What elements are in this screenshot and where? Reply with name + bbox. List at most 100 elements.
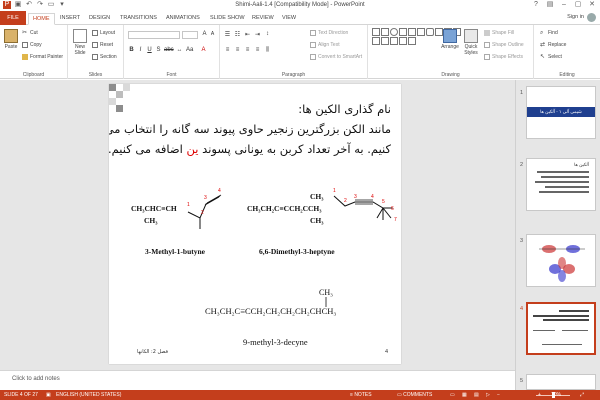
reset-button[interactable]: Reset <box>92 42 113 48</box>
font-color-icon[interactable]: A <box>200 47 207 53</box>
thumbnail-text-line <box>537 171 589 173</box>
shape-fill-button[interactable]: Shape Fill <box>484 30 514 36</box>
tab-insert[interactable]: INSERT <box>56 13 84 25</box>
zoom-level[interactable]: 70% <box>551 392 561 398</box>
justify-icon[interactable]: ≡ <box>254 47 261 53</box>
slide-thumbnail-1[interactable]: شیمی آلی ۱ - آلکین ها <box>526 86 596 139</box>
shape-text-box-icon[interactable] <box>372 28 380 36</box>
quick-styles-button[interactable]: Quick Styles <box>460 29 482 56</box>
zoom-in-icon[interactable]: + <box>538 392 541 398</box>
shape-rounded-icon[interactable] <box>426 28 434 36</box>
comments-toggle[interactable]: ▭ COMMENTS <box>397 392 432 398</box>
replace-button[interactable]: ⇄ Replace <box>540 42 566 48</box>
align-text-button[interactable]: Align Text <box>310 42 340 48</box>
quick-styles-icon <box>464 29 478 43</box>
thumbnail-text-line <box>535 181 589 183</box>
find-button[interactable]: ⌕ Find <box>540 30 558 36</box>
shape-triangle-icon[interactable] <box>417 28 425 36</box>
tab-home[interactable]: HOME <box>28 13 55 25</box>
slide-count: SLIDE 4 OF 27 <box>4 392 38 398</box>
tab-animations[interactable]: ANIMATIONS <box>162 13 204 25</box>
shadow-button[interactable]: S <box>155 47 162 53</box>
skeleton-1-carbon-number: 4 <box>218 188 221 194</box>
text-direction-button[interactable]: Text Direction <box>310 30 348 36</box>
notes-toggle[interactable]: ≡ NOTES <box>350 392 372 398</box>
align-left-icon[interactable]: ≡ <box>224 47 231 53</box>
tab-review[interactable]: REVIEW <box>248 13 278 25</box>
layout-button[interactable]: Layout <box>92 30 115 36</box>
shape-effects-button[interactable]: Shape Effects <box>484 54 523 60</box>
shape-pentagon-icon[interactable] <box>390 37 398 45</box>
align-center-icon[interactable]: ≡ <box>234 47 241 53</box>
slide-thumbnail-3[interactable] <box>526 234 596 287</box>
zoom-out-icon[interactable]: − <box>497 392 500 398</box>
underline-button[interactable]: U <box>146 47 153 53</box>
shape-callout-icon[interactable] <box>408 37 416 45</box>
user-avatar-icon[interactable] <box>587 13 596 22</box>
increase-indent-icon[interactable]: ⇥ <box>254 31 261 38</box>
character-spacing-icon[interactable]: ↔ <box>176 47 183 53</box>
normal-view-icon[interactable]: ▭ <box>450 392 455 398</box>
fit-slide-icon[interactable]: ⤢ <box>580 392 584 398</box>
strikethrough-button[interactable]: abc <box>164 47 174 53</box>
shape-line-icon[interactable] <box>399 28 407 36</box>
close-icon[interactable]: ✕ <box>586 0 598 10</box>
tab-design[interactable]: DESIGN <box>85 13 114 25</box>
convert-smartart-button[interactable]: Convert to SmartArt <box>310 54 362 60</box>
help-icon[interactable]: ? <box>530 0 542 10</box>
new-slide-button[interactable]: New Slide <box>70 29 90 56</box>
change-case-icon[interactable]: Aa <box>186 47 193 53</box>
notes-pane[interactable]: Click to add notes <box>0 370 515 390</box>
skeleton-2-carbon-number: 7 <box>394 217 397 223</box>
language-status[interactable]: ENGLISH (UNITED STATES) <box>56 392 121 398</box>
find-icon: ⌕ <box>540 30 544 36</box>
sign-in-link[interactable]: Sign in <box>567 14 584 20</box>
format-painter-button[interactable]: Format Painter <box>22 54 63 60</box>
arrange-button[interactable]: Arrange <box>440 29 460 50</box>
italic-button[interactable]: I <box>137 47 144 53</box>
thumbnail-number: 5 <box>520 378 524 384</box>
slideshow-view-icon[interactable]: ▷ <box>486 392 490 398</box>
shape-hexagon-icon[interactable] <box>399 37 407 45</box>
corner-decoration <box>109 98 116 105</box>
section-button[interactable]: Section <box>92 54 117 60</box>
select-button[interactable]: ↖ Select <box>540 54 562 60</box>
shape-effects-icon <box>484 54 490 60</box>
paste-button[interactable]: Paste <box>1 29 21 50</box>
font-name-dropdown[interactable] <box>128 31 180 39</box>
line-spacing-icon[interactable]: ↕ <box>264 31 271 37</box>
slide-sorter-icon[interactable]: ▦ <box>462 392 467 398</box>
shape-oval-icon[interactable] <box>390 28 398 36</box>
numbering-icon[interactable]: ☷ <box>234 31 241 38</box>
tab-file[interactable]: FILE <box>0 11 26 25</box>
decrease-indent-icon[interactable]: ⇤ <box>244 31 251 38</box>
bullets-icon[interactable]: ☰ <box>224 31 231 38</box>
slide-canvas[interactable]: نام گذاری الکین ها: مانند الکن بزرگترین … <box>109 84 401 364</box>
copy-icon <box>22 42 28 48</box>
reading-view-icon[interactable]: ▤ <box>474 392 479 398</box>
shrink-font-icon[interactable]: A <box>209 31 216 37</box>
tab-transitions[interactable]: TRANSITIONS <box>116 13 161 25</box>
shape-curve-icon[interactable] <box>381 37 389 45</box>
copy-button[interactable]: Copy <box>22 42 42 48</box>
cut-button[interactable]: ✂ Cut <box>22 30 38 36</box>
slide-thumbnail-5[interactable] <box>526 374 596 390</box>
grow-font-icon[interactable]: A <box>201 31 208 37</box>
slide-thumbnail-4[interactable] <box>526 302 596 355</box>
slide-thumbnail-2[interactable]: آلکین ها <box>526 158 596 211</box>
tab-slideshow[interactable]: SLIDE SHOW <box>206 13 249 25</box>
spellcheck-icon[interactable]: ▣ <box>46 392 51 398</box>
shape-outline-button[interactable]: Shape Outline <box>484 42 524 48</box>
align-right-icon[interactable]: ≡ <box>244 47 251 53</box>
bold-button[interactable]: B <box>128 47 135 53</box>
tab-view[interactable]: VIEW <box>278 13 300 25</box>
ribbon-display-icon[interactable]: ▤ <box>544 0 556 10</box>
maximize-icon[interactable]: ▢ <box>572 0 584 10</box>
left-gray-area <box>0 80 105 370</box>
font-size-dropdown[interactable] <box>182 31 198 39</box>
shape-arrow-icon[interactable] <box>408 28 416 36</box>
shape-brace-icon[interactable] <box>372 37 380 45</box>
columns-icon[interactable]: ⫼ <box>264 47 271 54</box>
shape-rect-icon[interactable] <box>381 28 389 36</box>
minimize-icon[interactable]: – <box>558 0 570 10</box>
